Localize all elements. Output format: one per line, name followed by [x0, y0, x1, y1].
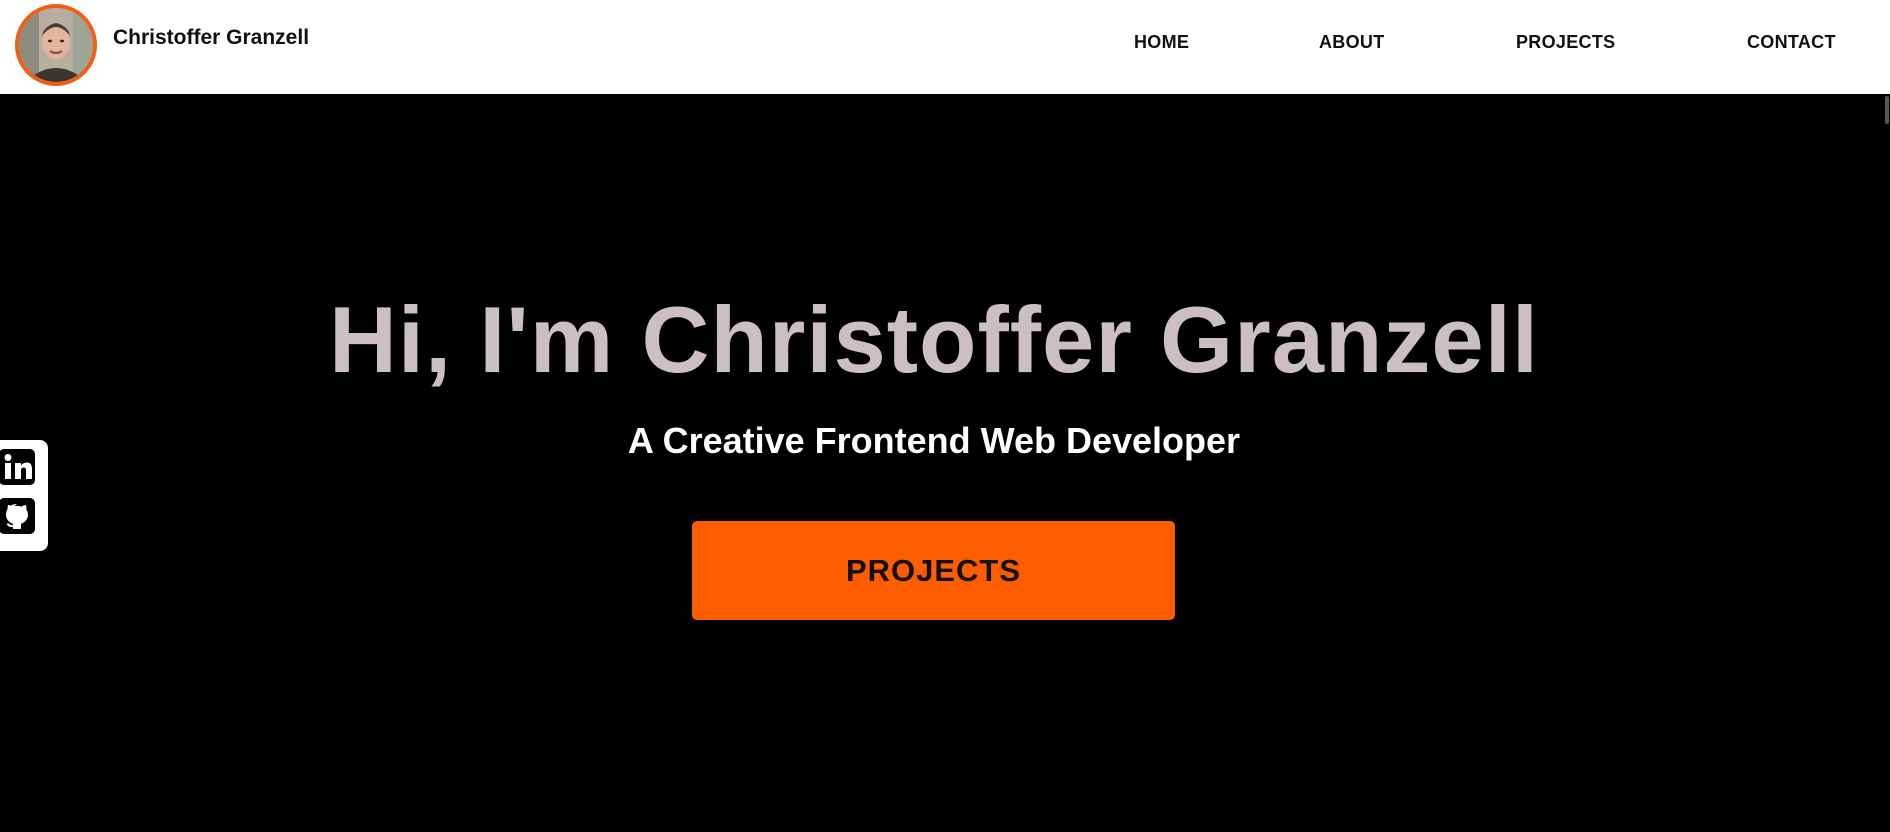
page: Christoffer Granzell HOME ABOUT PROJECTS…	[0, 0, 1890, 832]
projects-button[interactable]: PROJECTS	[692, 521, 1175, 620]
scrollbar-thumb[interactable]	[1885, 96, 1889, 124]
nav-about[interactable]: ABOUT	[1319, 32, 1385, 53]
main-nav: HOME ABOUT PROJECTS CONTACT	[0, 32, 1890, 56]
hero-title: Hi, I'm Christoffer Granzell	[329, 287, 1539, 392]
hero-section: Hi, I'm Christoffer Granzell A Creative …	[0, 94, 1884, 832]
nav-contact[interactable]: CONTACT	[1747, 32, 1836, 53]
nav-projects[interactable]: PROJECTS	[1516, 32, 1615, 53]
github-icon[interactable]	[0, 496, 37, 536]
social-links-panel	[0, 440, 48, 551]
site-header: Christoffer Granzell HOME ABOUT PROJECTS…	[0, 0, 1890, 94]
linkedin-icon[interactable]	[0, 447, 37, 487]
page-scrollbar[interactable]	[1884, 94, 1890, 832]
hero-subtitle: A Creative Frontend Web Developer	[627, 420, 1241, 461]
nav-home[interactable]: HOME	[1134, 32, 1189, 53]
